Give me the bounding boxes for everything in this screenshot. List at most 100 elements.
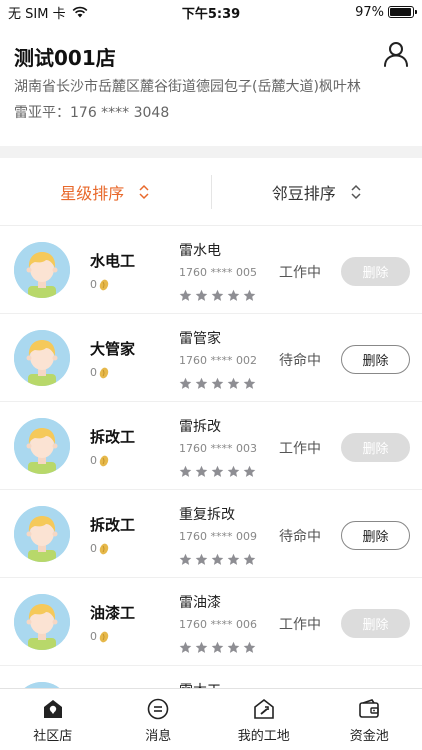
worker-rating: [179, 553, 256, 566]
status-bar: 无 SIM 卡 下午5:39 97%: [0, 0, 422, 24]
bean-icon: [99, 455, 109, 466]
sort-bar: 星级排序 邻豆排序: [0, 158, 422, 226]
worker-status: 工作中: [279, 617, 321, 633]
store-address: 湖南省长沙市岳麓区麓谷街道德园包子(岳麓大道)枫叶林: [14, 79, 361, 95]
worker-beans: 0: [90, 366, 109, 379]
profile-icon[interactable]: [382, 40, 410, 68]
worker-rating: [179, 465, 256, 478]
store-icon: [43, 700, 62, 718]
delete-button[interactable]: 删除: [341, 609, 410, 638]
battery-percent: 97%: [355, 4, 384, 20]
delete-button[interactable]: 删除: [341, 257, 410, 286]
star-icon: [195, 641, 208, 653]
tab-construction-site[interactable]: 我的工地: [211, 689, 317, 750]
worker-row[interactable]: 雷木工: [0, 666, 422, 688]
message-icon: [147, 698, 169, 720]
cartoon-avatar-icon: [14, 506, 70, 562]
worker-avatar: [14, 242, 70, 298]
sort-by-stars[interactable]: 星级排序: [0, 180, 211, 204]
bean-count: 0: [90, 454, 97, 467]
section-divider: [0, 146, 422, 158]
store-header: 测试001店 湖南省长沙市岳麓区麓谷街道德园包子(岳麓大道)枫叶林 雷亚平：17…: [0, 34, 422, 146]
bean-count: 0: [90, 366, 97, 379]
star-icon: [195, 377, 208, 389]
wallet-icon: [359, 699, 380, 718]
star-icon: [211, 641, 224, 653]
star-icon: [179, 641, 192, 653]
star-icon: [243, 641, 256, 653]
worker-role: 大管家: [90, 340, 136, 358]
bean-icon: [99, 631, 109, 642]
worker-list[interactable]: 水电工 0 雷水电 1760 **** 005 工作中 删除 大管家 0 雷管家…: [0, 226, 422, 688]
worker-beans: 0: [90, 454, 109, 467]
tab-label: 社区店: [33, 729, 73, 744]
worker-phone: 1760 **** 005: [179, 266, 257, 279]
worker-row[interactable]: 拆改工 0 重复拆改 1760 **** 009 待命中 删除: [0, 490, 422, 578]
sort-arrows-icon: [139, 184, 149, 199]
star-icon: [227, 553, 240, 565]
star-icon: [195, 465, 208, 477]
worker-status: 工作中: [279, 441, 321, 457]
tab-messages[interactable]: 消息: [106, 689, 212, 750]
worker-name: 雷管家: [179, 331, 221, 347]
star-icon: [211, 377, 224, 389]
star-icon: [179, 289, 192, 301]
sort-by-beans-label: 邻豆排序: [271, 183, 336, 203]
worker-name: 雷拆改: [179, 419, 221, 435]
tab-label: 消息: [145, 729, 172, 744]
delete-button[interactable]: 删除: [341, 521, 410, 550]
worker-phone: 1760 **** 002: [179, 354, 257, 367]
star-icon: [243, 377, 256, 389]
star-icon: [179, 465, 192, 477]
carrier-label: 无 SIM 卡: [8, 6, 66, 22]
worker-rating: [179, 641, 256, 654]
worker-phone: 1760 **** 009: [179, 530, 257, 543]
worker-beans: 0: [90, 542, 109, 555]
sort-arrows-icon: [351, 184, 361, 199]
bottom-tab-bar: 社区店 消息 我的工地 资金池: [0, 688, 422, 750]
worker-name: 重复拆改: [179, 507, 235, 523]
worker-phone: 1760 **** 003: [179, 442, 257, 455]
wifi-icon: [72, 6, 87, 18]
sort-by-beans[interactable]: 邻豆排序: [212, 180, 422, 204]
star-icon: [179, 553, 192, 565]
store-contact: 雷亚平：176 **** 3048: [14, 105, 170, 121]
star-icon: [211, 465, 224, 477]
worker-beans: 0: [90, 630, 109, 643]
cartoon-avatar-icon: [14, 330, 70, 386]
star-icon: [243, 553, 256, 565]
bean-count: 0: [90, 278, 97, 291]
worker-row[interactable]: 拆改工 0 雷拆改 1760 **** 003 工作中 删除: [0, 402, 422, 490]
star-icon: [179, 377, 192, 389]
bean-icon: [99, 367, 109, 378]
delete-button[interactable]: 删除: [341, 345, 410, 374]
worker-row[interactable]: 水电工 0 雷水电 1760 **** 005 工作中 删除: [0, 226, 422, 314]
worker-avatar: [14, 330, 70, 386]
battery-icon: [388, 6, 417, 18]
tab-store[interactable]: 社区店: [0, 689, 106, 750]
tab-fund-pool[interactable]: 资金池: [317, 689, 422, 750]
star-icon: [243, 465, 256, 477]
bean-count: 0: [90, 542, 97, 555]
worker-rating: [179, 289, 256, 302]
delete-button[interactable]: 删除: [341, 433, 410, 462]
worker-rating: [179, 377, 256, 390]
star-icon: [195, 553, 208, 565]
worker-role: 拆改工: [90, 428, 136, 446]
star-icon: [227, 641, 240, 653]
worker-row[interactable]: 油漆工 0 雷油漆 1760 **** 006 工作中 删除: [0, 578, 422, 666]
worker-name: 雷油漆: [179, 595, 221, 611]
star-icon: [227, 465, 240, 477]
tab-label: 我的工地: [237, 729, 290, 744]
worker-row[interactable]: 大管家 0 雷管家 1760 **** 002 待命中 删除: [0, 314, 422, 402]
cartoon-avatar-icon: [14, 418, 70, 474]
star-icon: [227, 289, 240, 301]
worker-name: 雷水电: [179, 243, 221, 259]
worker-avatar: [14, 506, 70, 562]
sort-by-stars-label: 星级排序: [60, 183, 125, 203]
star-icon: [243, 289, 256, 301]
cartoon-avatar-icon: [14, 594, 70, 650]
worker-avatar: [14, 418, 70, 474]
worker-role: 油漆工: [90, 604, 136, 622]
bean-icon: [99, 543, 109, 554]
